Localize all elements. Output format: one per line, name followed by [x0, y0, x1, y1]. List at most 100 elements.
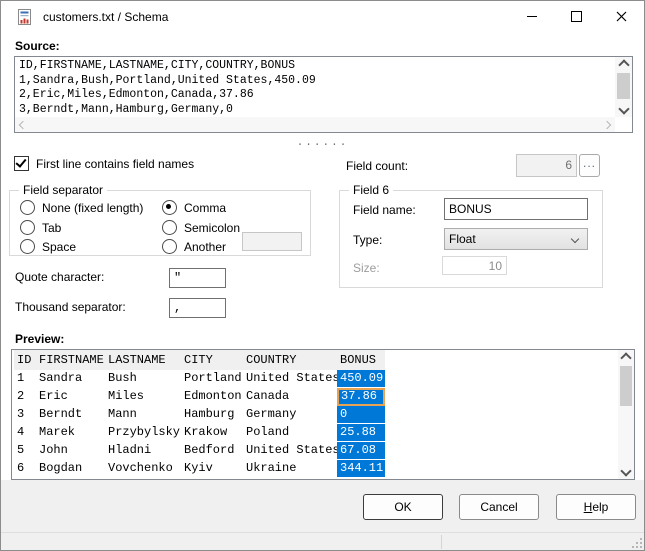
- cell[interactable]: Edmonton: [181, 388, 243, 406]
- cell[interactable]: 1: [14, 370, 36, 388]
- cell[interactable]: Bush: [105, 370, 181, 388]
- cell[interactable]: Poland: [243, 424, 337, 442]
- scroll-up-icon[interactable]: [618, 59, 629, 70]
- cell[interactable]: Ukraine: [243, 460, 337, 478]
- another-separator-input[interactable]: [242, 232, 302, 251]
- cell[interactable]: 6: [14, 460, 36, 478]
- cell[interactable]: Canada: [243, 388, 337, 406]
- column-header[interactable]: COUNTRY: [243, 350, 337, 370]
- selected-cell[interactable]: 450.09: [337, 370, 385, 388]
- field-count-input[interactable]: 6: [516, 154, 577, 177]
- radio-icon[interactable]: [20, 220, 35, 235]
- radio-icon[interactable]: [20, 200, 35, 215]
- minimize-icon[interactable]: [509, 1, 554, 32]
- cell[interactable]: United States: [243, 370, 337, 388]
- cell[interactable]: United States: [243, 442, 337, 460]
- type-combobox[interactable]: Float: [444, 228, 588, 250]
- scroll-down-icon[interactable]: [620, 465, 631, 476]
- cell[interactable]: 5: [14, 442, 36, 460]
- cell[interactable]: Sandra: [36, 370, 105, 388]
- cell[interactable]: Marek: [36, 424, 105, 442]
- scroll-up-icon[interactable]: [620, 352, 631, 363]
- resize-grip-icon[interactable]: [632, 538, 642, 548]
- table-row[interactable]: 4 Marek Przybylsky Krakow Poland 25.88: [12, 424, 385, 442]
- focused-cell[interactable]: 37.86: [337, 388, 385, 406]
- source-scroll-thumb[interactable]: [617, 73, 630, 99]
- splitter-handle[interactable]: ......: [1, 137, 644, 149]
- selected-cell[interactable]: 25.88: [337, 424, 385, 442]
- radio-none[interactable]: None (fixed length): [20, 200, 143, 215]
- source-textarea[interactable]: ID,FIRSTNAME,LASTNAME,CITY,COUNTRY,BONUS…: [14, 56, 633, 133]
- table-row[interactable]: 5 John Hladni Bedford United States 67.0…: [12, 442, 385, 460]
- cell[interactable]: 4: [14, 424, 36, 442]
- caption-buttons: [509, 1, 644, 32]
- column-header[interactable]: BONUS: [337, 350, 385, 370]
- maximize-icon[interactable]: [554, 1, 599, 32]
- cell[interactable]: Przybylsky: [105, 424, 181, 442]
- cell[interactable]: 3: [14, 406, 36, 424]
- cell[interactable]: Germany: [243, 406, 337, 424]
- close-icon[interactable]: [599, 1, 644, 32]
- cell[interactable]: Mann: [105, 406, 181, 424]
- preview-vertical-scrollbar[interactable]: [618, 350, 634, 479]
- scroll-down-icon[interactable]: [618, 103, 629, 114]
- first-line-checkbox-label: First line contains field names: [36, 157, 194, 171]
- cell[interactable]: Kyiv: [181, 460, 243, 478]
- cancel-button[interactable]: Cancel: [459, 494, 539, 520]
- cell[interactable]: Berndt: [36, 406, 105, 424]
- radio-comma[interactable]: Comma: [162, 200, 226, 215]
- type-combobox-value: Float: [449, 232, 476, 246]
- radio-icon[interactable]: [162, 220, 177, 235]
- radio-icon[interactable]: [162, 239, 177, 254]
- radio-another-label: Another: [184, 240, 226, 254]
- column-header[interactable]: ID: [14, 350, 36, 370]
- field-count-more-button[interactable]: ...: [579, 154, 600, 177]
- radio-space-label: Space: [42, 240, 76, 254]
- quote-character-input[interactable]: ": [169, 268, 226, 288]
- cell[interactable]: Miles: [105, 388, 181, 406]
- source-horizontal-scrollbar[interactable]: [15, 117, 615, 132]
- cell[interactable]: Hladni: [105, 442, 181, 460]
- selected-cell[interactable]: 67.08: [337, 442, 385, 460]
- cell[interactable]: Bogdan: [36, 460, 105, 478]
- radio-space[interactable]: Space: [20, 239, 76, 254]
- column-header[interactable]: FIRSTNAME: [36, 350, 105, 370]
- cell[interactable]: Krakow: [181, 424, 243, 442]
- field-count-label: Field count:: [346, 159, 408, 173]
- ok-button[interactable]: OK: [363, 494, 443, 520]
- radio-another[interactable]: Another: [162, 239, 226, 254]
- cell[interactable]: Eric: [36, 388, 105, 406]
- column-header[interactable]: LASTNAME: [105, 350, 181, 370]
- field-name-label: Field name:: [353, 203, 416, 217]
- field-editor-group-title: Field 6: [349, 183, 393, 197]
- thousand-separator-input[interactable]: ,: [169, 298, 226, 318]
- preview-scroll-thumb[interactable]: [620, 366, 632, 406]
- table-row[interactable]: 6 Bogdan Vovchenko Kyiv Ukraine 344.11: [12, 460, 385, 478]
- table-row[interactable]: 1 Sandra Bush Portland United States 450…: [12, 370, 385, 388]
- size-input[interactable]: 10: [442, 256, 507, 275]
- cell[interactable]: Vovchenko: [105, 460, 181, 478]
- radio-selected-icon[interactable]: [162, 200, 177, 215]
- preview-table[interactable]: ID FIRSTNAME LASTNAME CITY COUNTRY BONUS…: [11, 349, 635, 480]
- cell[interactable]: Hamburg: [181, 406, 243, 424]
- column-header[interactable]: CITY: [181, 350, 243, 370]
- cell[interactable]: Bedford: [181, 442, 243, 460]
- checkbox-checked-icon[interactable]: [14, 156, 29, 171]
- radio-none-label: None (fixed length): [42, 201, 143, 215]
- button-band: [1, 480, 644, 534]
- table-row[interactable]: 2 Eric Miles Edmonton Canada 37.86: [12, 388, 385, 406]
- radio-tab[interactable]: Tab: [20, 220, 61, 235]
- radio-comma-label: Comma: [184, 201, 226, 215]
- radio-icon[interactable]: [20, 239, 35, 254]
- field-name-input[interactable]: BONUS: [444, 198, 588, 220]
- source-vertical-scrollbar[interactable]: [615, 57, 632, 117]
- table-row[interactable]: 3 Berndt Mann Hamburg Germany 0: [12, 406, 385, 424]
- cell[interactable]: 2: [14, 388, 36, 406]
- cell[interactable]: Portland: [181, 370, 243, 388]
- selected-cell[interactable]: 0: [337, 406, 385, 424]
- selected-cell[interactable]: 344.11: [337, 460, 385, 478]
- help-button[interactable]: Help: [556, 494, 636, 520]
- radio-semicolon[interactable]: Semicolon: [162, 220, 240, 235]
- cell[interactable]: John: [36, 442, 105, 460]
- first-line-checkbox[interactable]: First line contains field names: [14, 156, 194, 171]
